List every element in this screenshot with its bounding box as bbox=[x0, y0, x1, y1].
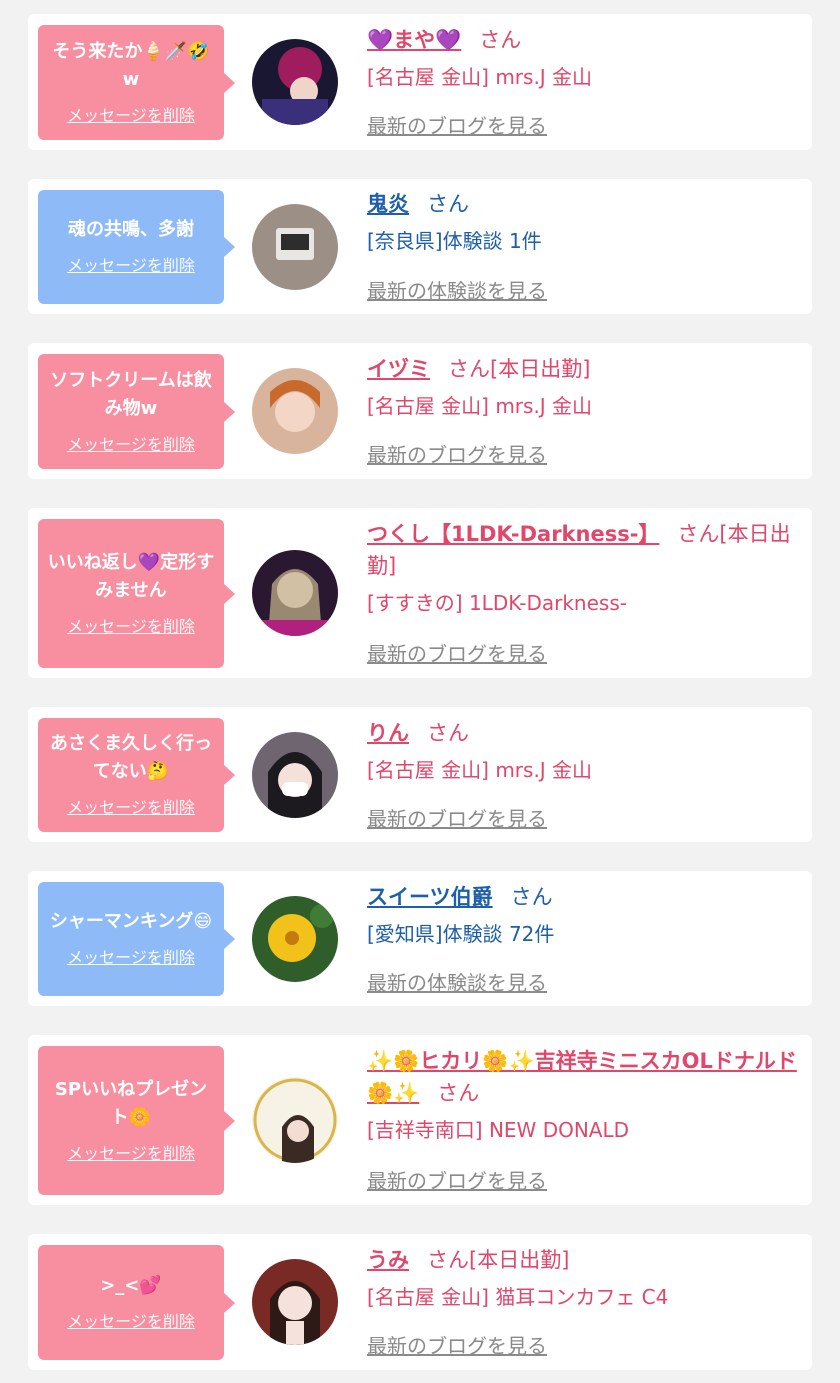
honorific: さん bbox=[479, 28, 522, 52]
delete-message-link[interactable]: メッセージを削除 bbox=[67, 944, 195, 968]
delete-message-link[interactable]: メッセージを削除 bbox=[67, 252, 195, 276]
shop-name: [名古屋 金山] mrs.J 金山 bbox=[367, 394, 593, 418]
message-bubble: ソフトクリームは飲み物w メッセージを削除 bbox=[38, 354, 235, 469]
delete-message-link[interactable]: メッセージを削除 bbox=[67, 613, 195, 637]
message-text: >_<💕 bbox=[100, 1274, 162, 1296]
latest-blog-link[interactable]: 最新のブログを見る bbox=[367, 1165, 547, 1194]
user-name-link[interactable]: りん bbox=[367, 721, 409, 745]
latest-blog-link[interactable]: 最新のブログを見る bbox=[367, 1330, 547, 1359]
honorific: さん bbox=[437, 1081, 480, 1105]
honorific: さん bbox=[427, 192, 469, 216]
delete-message-link[interactable]: メッセージを削除 bbox=[67, 1308, 195, 1332]
avatar[interactable] bbox=[252, 550, 338, 636]
message-text: あさくま久しく行ってない🤔 bbox=[50, 733, 212, 782]
shop-name: [愛知県]体験談 72件 bbox=[367, 922, 555, 946]
list-item: いいね返し💜定形すみません メッセージを削除 つくし【1LDK-Darkness… bbox=[28, 508, 812, 678]
avatar[interactable] bbox=[252, 368, 338, 454]
delete-message-link[interactable]: メッセージを削除 bbox=[67, 794, 195, 818]
shop-name: [奈良県]体験談 1件 bbox=[367, 229, 542, 253]
honorific: さん bbox=[427, 721, 469, 745]
list-item: SPいいねプレゼント🌼 メッセージを削除 ✨🌼ヒカリ🌼✨吉祥寺ミニスカOLドナル… bbox=[28, 1035, 812, 1205]
shop-name: [名古屋 金山] mrs.J 金山 bbox=[367, 65, 593, 89]
avatar[interactable] bbox=[252, 1077, 338, 1163]
shop-name: [名古屋 金山] 猫耳コンカフェ C4 bbox=[367, 1285, 669, 1309]
honorific: さん bbox=[510, 885, 553, 909]
user-name-link[interactable]: スイーツ伯爵 bbox=[367, 885, 493, 909]
message-text: いいね返し💜定形すみません bbox=[47, 551, 215, 601]
list-item: そう来たか🍦🗡️🤣w メッセージを削除 💜まや💜 さん [名古屋 金山] mrs.… bbox=[28, 14, 812, 150]
list-item: ソフトクリームは飲み物w メッセージを削除 イヅミ さん[本日出勤] [名古屋 金… bbox=[28, 343, 812, 479]
delete-message-link[interactable]: メッセージを削除 bbox=[67, 102, 195, 126]
latest-blog-link[interactable]: 最新のブログを見る bbox=[367, 110, 547, 139]
message-bubble: >_<💕 メッセージを削除 bbox=[38, 1245, 235, 1360]
latest-blog-link[interactable]: 最新のブログを見る bbox=[367, 638, 547, 667]
honorific: さん[本日出勤] bbox=[427, 1248, 570, 1272]
avatar[interactable] bbox=[252, 204, 338, 290]
delete-message-link[interactable]: メッセージを削除 bbox=[67, 1140, 195, 1164]
list-item: シャーマンキング😄 メッセージを削除 スイーツ伯爵 さん [愛知県]体験談 72件… bbox=[28, 871, 812, 1006]
user-name-link[interactable]: 鬼炎 bbox=[367, 192, 409, 216]
delete-message-link[interactable]: メッセージを削除 bbox=[67, 431, 195, 455]
avatar[interactable] bbox=[252, 1259, 338, 1345]
message-bubble: いいね返し💜定形すみません メッセージを削除 bbox=[38, 519, 235, 668]
user-name-link[interactable]: つくし【1LDK-Darkness-】 bbox=[367, 522, 659, 546]
message-text: そう来たか🍦🗡️🤣w bbox=[52, 40, 210, 90]
avatar[interactable] bbox=[252, 896, 338, 982]
message-bubble: シャーマンキング😄 メッセージを削除 bbox=[38, 882, 235, 996]
latest-review-link[interactable]: 最新の体験談を見る bbox=[367, 967, 547, 996]
shop-name: [すすきの] 1LDK-Darkness- bbox=[367, 591, 627, 615]
message-bubble: あさくま久しく行ってない🤔 メッセージを削除 bbox=[38, 718, 235, 832]
latest-blog-link[interactable]: 最新のブログを見る bbox=[367, 439, 547, 468]
shop-name: [吉祥寺南口] NEW DONALD bbox=[367, 1118, 630, 1142]
message-text: 魂の共鳴、多謝 bbox=[68, 219, 194, 240]
list-item: 魂の共鳴、多謝 メッセージを削除 鬼炎 さん [奈良県]体験談 1件 最新の体験談… bbox=[28, 179, 812, 314]
avatar[interactable] bbox=[252, 732, 338, 818]
message-bubble: SPいいねプレゼント🌼 メッセージを削除 bbox=[38, 1046, 235, 1195]
latest-blog-link[interactable]: 最新のブログを見る bbox=[367, 803, 547, 832]
message-text: ソフトクリームは飲み物w bbox=[50, 369, 212, 419]
honorific: さん[本日出勤] bbox=[448, 357, 591, 381]
list-item: あさくま久しく行ってない🤔 メッセージを削除 りん さん [名古屋 金山] mrs… bbox=[28, 707, 812, 842]
avatar[interactable] bbox=[252, 39, 338, 125]
message-text: SPいいねプレゼント🌼 bbox=[54, 1078, 208, 1128]
user-name-link[interactable]: ✨🌼ヒカリ🌼✨吉祥寺ミニスカOLドナルド🌼✨ bbox=[367, 1049, 797, 1105]
message-text: シャーマンキング😄 bbox=[49, 911, 213, 932]
message-bubble: 魂の共鳴、多謝 メッセージを削除 bbox=[38, 190, 235, 304]
list-item: >_<💕 メッセージを削除 うみ さん[本日出勤] [名古屋 金山] 猫耳コンカフ… bbox=[28, 1234, 812, 1370]
user-name-link[interactable]: 💜まや💜 bbox=[367, 28, 461, 52]
user-name-link[interactable]: イヅミ bbox=[367, 357, 430, 381]
user-name-link[interactable]: うみ bbox=[367, 1248, 409, 1272]
shop-name: [名古屋 金山] mrs.J 金山 bbox=[367, 758, 593, 782]
latest-review-link[interactable]: 最新の体験談を見る bbox=[367, 275, 547, 304]
message-bubble: そう来たか🍦🗡️🤣w メッセージを削除 bbox=[38, 25, 235, 140]
